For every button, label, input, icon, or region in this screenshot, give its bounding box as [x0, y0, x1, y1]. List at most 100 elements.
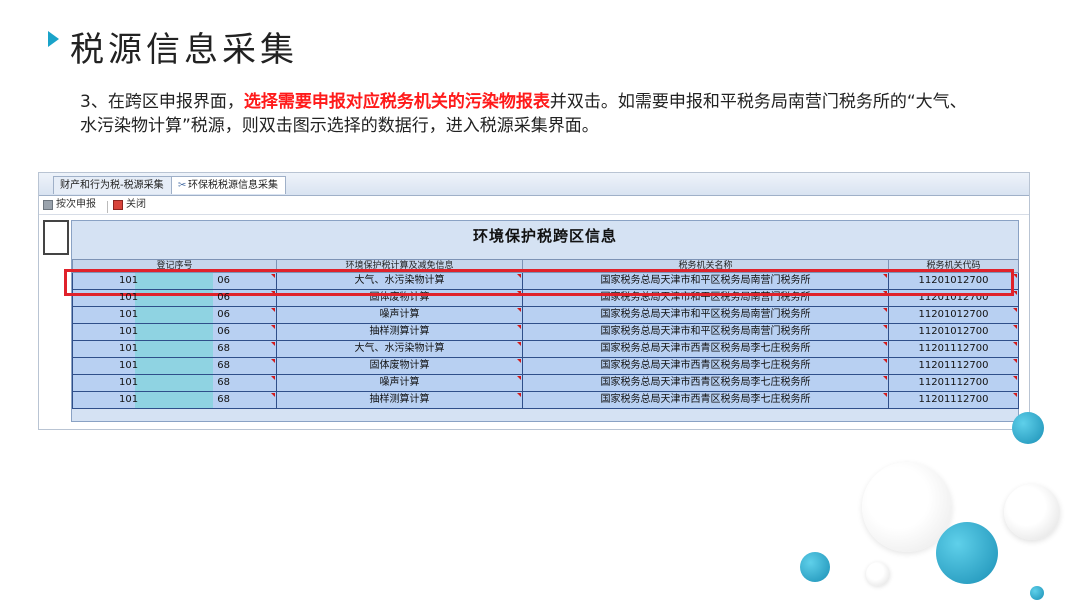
org-text: 国家税务总局天津市和平区税务局南营门税务所 [600, 309, 811, 320]
submit-button[interactable]: 按次申报 [43, 196, 96, 214]
cell-flag-icon [517, 308, 521, 312]
reg-no-prefix: 101 [119, 377, 139, 388]
redaction-mask [135, 307, 213, 323]
cell-org-code[interactable]: 11201112700 [888, 340, 1019, 358]
cell-flag-icon [517, 376, 521, 380]
reg-no-suffix: 06 [217, 309, 230, 320]
cell-org-name[interactable]: 国家税务总局天津市和平区税务局南营门税务所 [522, 323, 889, 341]
reg-no-prefix: 101 [119, 394, 139, 405]
cell-org-code[interactable]: 11201112700 [888, 391, 1019, 409]
cell-calc[interactable]: 大气、水污染物计算 [276, 340, 523, 358]
cell-calc[interactable]: 固体废物计算 [276, 289, 523, 307]
redaction-mask [135, 392, 213, 408]
cell-reg-no[interactable]: 101 06 [72, 323, 277, 341]
cell-flag-icon [1013, 308, 1017, 312]
close-label: 关闭 [126, 199, 146, 210]
cell-flag-icon [517, 342, 521, 346]
table-row[interactable]: 101 06 固体废物计算 国家税务总局天津市和平区税务局南营门税务所 11201012… [72, 289, 1019, 307]
cell-flag-icon [883, 308, 887, 312]
code-text: 11201112700 [918, 377, 989, 388]
cell-reg-no[interactable]: 101 68 [72, 374, 277, 392]
reg-no-suffix: 68 [217, 394, 230, 405]
cell-org-name[interactable]: 国家税务总局天津市和平区税务局南营门税务所 [522, 289, 889, 307]
cell-reg-no[interactable]: 101 68 [72, 340, 277, 358]
cell-calc[interactable]: 抽样测算计算 [276, 323, 523, 341]
content-area: 环境保护税跨区信息 登记序号 环境保护税计算及减免信息 税务机关名称 税务机关代… [39, 215, 1029, 429]
close-button[interactable]: 关闭 [113, 196, 146, 214]
cell-reg-no[interactable]: 101 06 [72, 272, 277, 290]
cell-flag-icon [1013, 342, 1017, 346]
cell-org-code[interactable]: 11201112700 [888, 374, 1019, 392]
reg-no-prefix: 101 [119, 360, 139, 371]
code-text: 11201012700 [918, 292, 989, 303]
title-marker-icon [48, 31, 59, 47]
cell-org-code[interactable]: 11201012700 [888, 272, 1019, 290]
cell-flag-icon [1013, 376, 1017, 380]
cell-reg-no[interactable]: 101 06 [72, 306, 277, 324]
table-row[interactable]: 101 68 抽样测算计算 国家税务总局天津市西青区税务局李七庄税务所 11201112… [72, 391, 1019, 409]
reg-no-suffix: 06 [217, 292, 230, 303]
cell-org-code[interactable]: 11201012700 [888, 323, 1019, 341]
table-row[interactable]: 101 68 大气、水污染物计算 国家税务总局天津市西青区税务局李七庄税务所 11201… [72, 340, 1019, 358]
col-header-calc[interactable]: 环境保护税计算及减免信息 [276, 259, 523, 273]
org-text: 国家税务总局天津市西青区税务局李七庄税务所 [600, 360, 811, 371]
cell-calc[interactable]: 噪声计算 [276, 374, 523, 392]
slide-title: 税源信息采集 [70, 30, 298, 70]
cell-flag-icon [271, 325, 275, 329]
cell-org-name[interactable]: 国家税务总局天津市和平区税务局南营门税务所 [522, 272, 889, 290]
cell-org-code[interactable]: 11201012700 [888, 306, 1019, 324]
slide-description: 3、在跨区申报界面，选择需要申报对应税务机关的污染物报表并双击。如需要申报和平税… [80, 90, 980, 138]
cell-org-code[interactable]: 11201012700 [888, 289, 1019, 307]
cross-region-table: 登记序号 环境保护税计算及减免信息 税务机关名称 税务机关代码 101 06 大气、… [72, 259, 1019, 409]
cell-org-name[interactable]: 国家税务总局天津市和平区税务局南营门税务所 [522, 306, 889, 324]
cell-flag-icon [1013, 325, 1017, 329]
cell-org-code[interactable]: 11201112700 [888, 357, 1019, 375]
reg-no-prefix: 101 [119, 309, 139, 320]
cell-flag-icon [517, 393, 521, 397]
cell-flag-icon [883, 342, 887, 346]
cell-reg-no[interactable]: 101 06 [72, 289, 277, 307]
reg-no-suffix: 06 [217, 326, 230, 337]
table-row[interactable]: 101 06 抽样测算计算 国家税务总局天津市和平区税务局南营门税务所 11201012… [72, 323, 1019, 341]
panel-title: 环境保护税跨区信息 [472, 227, 617, 245]
org-text: 国家税务总局天津市西青区税务局李七庄税务所 [600, 377, 811, 388]
col-header-reg-no[interactable]: 登记序号 [72, 259, 277, 273]
cell-org-name[interactable]: 国家税务总局天津市西青区税务局李七庄税务所 [522, 374, 889, 392]
cell-flag-icon [271, 376, 275, 380]
cell-reg-no[interactable]: 101 68 [72, 391, 277, 409]
redaction-mask [135, 375, 213, 391]
cell-org-name[interactable]: 国家税务总局天津市西青区税务局李七庄税务所 [522, 391, 889, 409]
tab-property-tax[interactable]: 财产和行为税-税源采集 [53, 176, 173, 194]
redaction-mask [135, 273, 213, 289]
cell-flag-icon [271, 393, 275, 397]
cell-org-name[interactable]: 国家税务总局天津市西青区税务局李七庄税务所 [522, 357, 889, 375]
tools-icon: ✂ [178, 180, 187, 191]
decor-circle [1004, 484, 1060, 540]
table-row[interactable]: 101 06 大气、水污染物计算 国家税务总局天津市和平区税务局南营门税务所 11201… [72, 272, 1019, 290]
cell-calc[interactable]: 抽样测算计算 [276, 391, 523, 409]
table-row[interactable]: 101 68 噪声计算 国家税务总局天津市西青区税务局李七庄税务所 1120111270… [72, 374, 1019, 392]
cell-reg-no[interactable]: 101 68 [72, 357, 277, 375]
col-header-org-code[interactable]: 税务机关代码 [888, 259, 1019, 273]
calc-text: 大气、水污染物计算 [354, 275, 445, 286]
cell-calc[interactable]: 大气、水污染物计算 [276, 272, 523, 290]
col-header-org-name[interactable]: 税务机关名称 [522, 259, 889, 273]
redaction-mask [135, 290, 213, 306]
submit-icon [43, 200, 53, 210]
cell-org-name[interactable]: 国家税务总局天津市西青区税务局李七庄税务所 [522, 340, 889, 358]
row-selector-box[interactable] [43, 220, 69, 255]
cell-flag-icon [883, 359, 887, 363]
reg-no-prefix: 101 [119, 326, 139, 337]
cell-calc[interactable]: 固体废物计算 [276, 357, 523, 375]
table-row[interactable]: 101 06 噪声计算 国家税务总局天津市和平区税务局南营门税务所 1120101270… [72, 306, 1019, 324]
decor-circle [936, 522, 998, 584]
table-row[interactable]: 101 68 固体废物计算 国家税务总局天津市西青区税务局李七庄税务所 11201112… [72, 357, 1019, 375]
cell-calc[interactable]: 噪声计算 [276, 306, 523, 324]
code-text: 11201012700 [918, 326, 989, 337]
decor-circle [1012, 412, 1044, 444]
tab-env-tax[interactable]: ✂ 环保税税源信息采集 [171, 176, 286, 194]
reg-no-suffix: 68 [217, 343, 230, 354]
cell-flag-icon [271, 342, 275, 346]
cell-flag-icon [271, 359, 275, 363]
reg-no-suffix: 06 [217, 275, 230, 286]
